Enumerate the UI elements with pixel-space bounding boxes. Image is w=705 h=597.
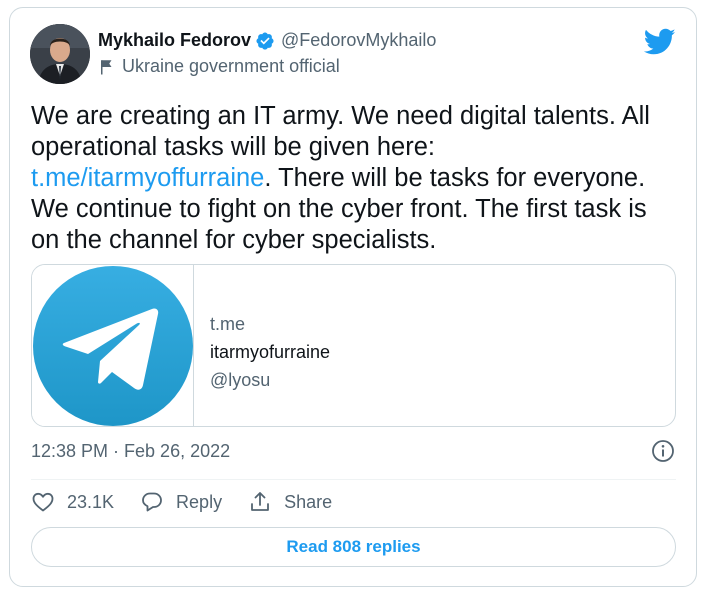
link-thumbnail	[32, 265, 194, 426]
author-display-name[interactable]: Mykhailo Fedorov	[98, 30, 251, 51]
reply-label: Reply	[176, 491, 223, 512]
avatar-image	[30, 24, 90, 84]
action-bar: 23.1K Reply Share	[31, 490, 358, 514]
divider	[31, 479, 676, 480]
twitter-bird-icon[interactable]	[644, 28, 676, 56]
like-count: 23.1K	[67, 491, 115, 512]
link-preview-card[interactable]: t.me itarmyofurraine @lyosu	[31, 264, 676, 427]
link-domain: t.me	[210, 314, 246, 334]
tweet-card: Mykhailo Fedorov @FedorovMykhailo Ukrain…	[9, 7, 697, 587]
link-description: @lyosu	[210, 370, 271, 390]
government-official-label: Ukraine government official	[122, 56, 340, 76]
like-button[interactable]: 23.1K	[31, 490, 114, 514]
tweet-timestamp[interactable]: 12:38 PM · Feb 26, 2022	[31, 441, 230, 462]
read-replies-button[interactable]: Read 808 replies	[31, 527, 676, 567]
tweet-link[interactable]: t.me/itarmyoffurraine	[31, 164, 264, 192]
info-icon[interactable]	[651, 439, 675, 463]
author-handle[interactable]: @FedorovMykhailo	[281, 30, 436, 51]
reply-button[interactable]: Reply	[140, 490, 222, 514]
verified-badge-icon	[256, 31, 274, 50]
author-label-row: Ukraine government official	[98, 56, 340, 77]
link-meta: t.me itarmyofurraine @lyosu	[194, 265, 330, 426]
share-button[interactable]: Share	[248, 490, 332, 514]
flag-icon	[101, 59, 112, 74]
heart-icon	[32, 492, 54, 512]
telegram-logo-icon	[33, 266, 193, 426]
tweet-text-part-1: We are creating an IT army. We need digi…	[31, 102, 650, 161]
author-name-row: Mykhailo Fedorov @FedorovMykhailo	[98, 30, 436, 51]
share-icon	[251, 492, 269, 511]
avatar[interactable]	[30, 24, 90, 84]
reply-bubble-icon	[142, 492, 162, 512]
tweet-text: We are creating an IT army. We need digi…	[31, 101, 681, 256]
link-title: itarmyofurraine	[210, 342, 331, 362]
share-label: Share	[284, 491, 333, 512]
